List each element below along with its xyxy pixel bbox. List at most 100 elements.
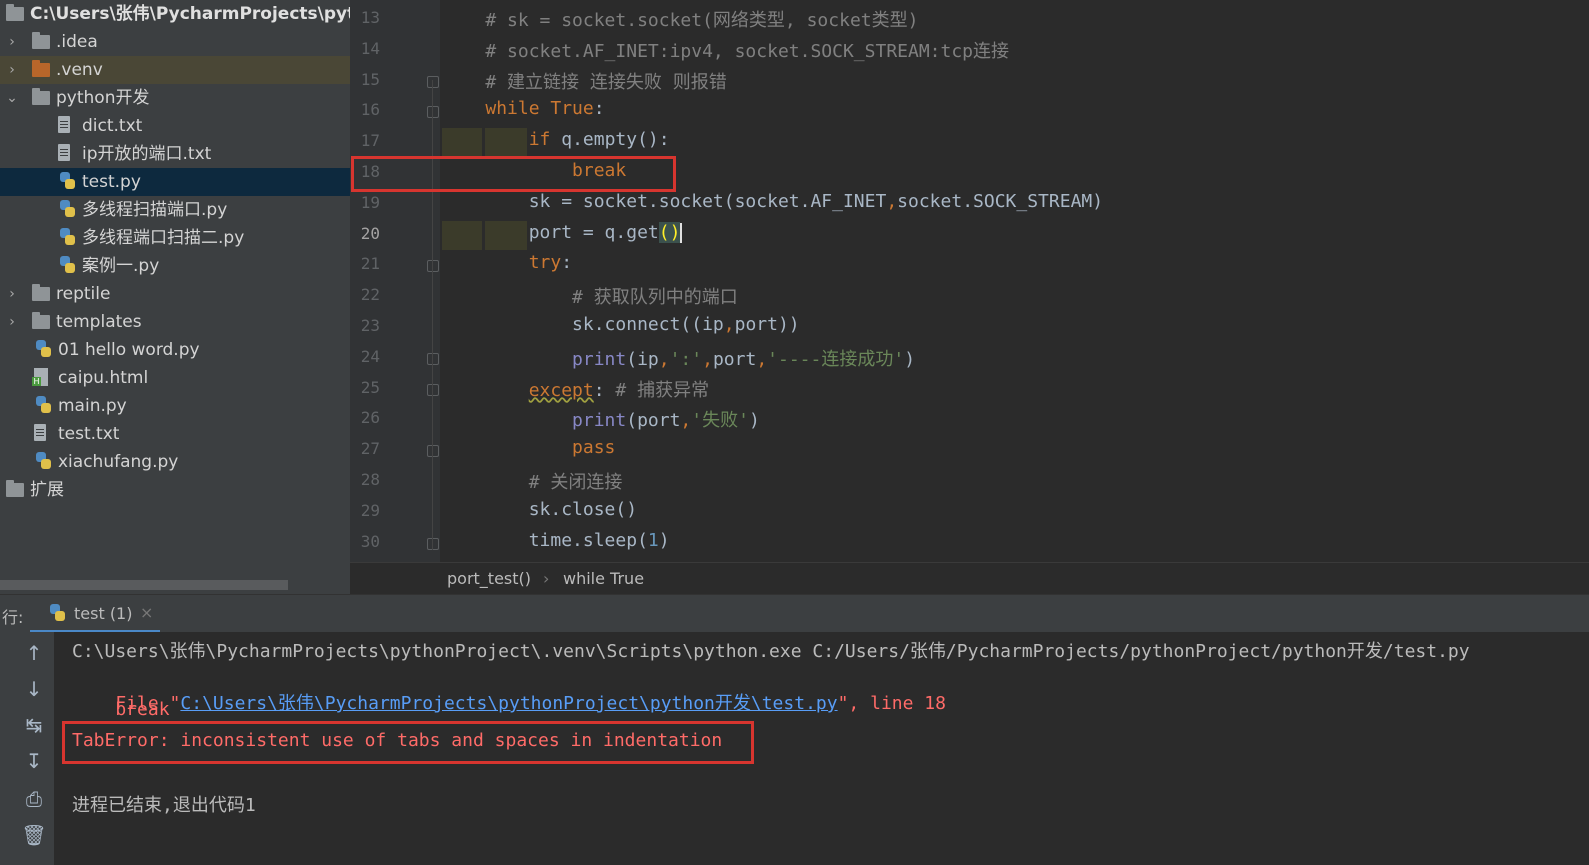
python-file-icon (58, 256, 76, 274)
code-line[interactable]: port = q.get() (442, 221, 683, 243)
tree-item[interactable]: 多线程端口扫描二.py (0, 224, 350, 252)
code-line[interactable]: # sk = socket.socket(网络类型, socket类型) (442, 6, 918, 32)
tree-item[interactable]: › reptile (0, 280, 350, 308)
file-link[interactable]: C:\Users\张伟\PycharmProjects\pythonProjec… (180, 693, 837, 714)
line-number: 14 (360, 38, 380, 58)
code-line[interactable]: while True: (442, 98, 604, 119)
line-number: 28 (360, 470, 380, 489)
python-file-icon (58, 200, 76, 218)
run-tool-window-header: 行: test (1) × (0, 594, 1589, 633)
breadcrumb-item-function[interactable]: port_test() (447, 563, 531, 595)
text-file-icon (58, 116, 70, 133)
code-line[interactable]: print(port,'失败') (442, 406, 760, 432)
folder-icon (32, 312, 50, 329)
print-icon[interactable]: ⎙ (14, 784, 54, 814)
code-line[interactable]: try: (442, 252, 572, 273)
scroll-to-end-icon[interactable]: ↧ (14, 746, 54, 776)
code-line[interactable]: # 获取队列中的端口 (442, 283, 738, 309)
run-toolbar: ↑ ↓ ↹ ↧ ⎙ 🗑 (0, 632, 54, 865)
tree-item[interactable]: 案例一.py (0, 252, 350, 280)
annotation-box-error (62, 721, 754, 764)
fold-marker-icon[interactable] (427, 445, 439, 458)
fold-marker-icon[interactable] (427, 383, 439, 396)
tree-item[interactable]: 扩展 (0, 476, 350, 504)
code-line[interactable]: sk.connect((ip,port)) (442, 314, 800, 335)
fold-marker-icon[interactable] (427, 352, 439, 365)
tree-item-label: reptile (56, 284, 111, 304)
tree-item-label: .venv (56, 60, 103, 80)
project-root-node[interactable]: C:\Users\张伟\PycharmProjects\pytho (0, 0, 350, 28)
close-icon[interactable]: × (140, 603, 153, 622)
fold-marker-icon[interactable] (427, 106, 439, 119)
tree-item[interactable]: 多线程扫描端口.py (0, 196, 350, 224)
code-line[interactable]: time.sleep(1) (442, 530, 670, 551)
line-number: 30 (360, 531, 380, 551)
fold-marker-icon[interactable] (427, 75, 439, 88)
breadcrumb-item-loop[interactable]: while True (563, 563, 644, 595)
code-line[interactable]: print(ip,':',port,'----连接成功') (442, 345, 915, 371)
console-exit-message: 进程已结束,退出代码1 (72, 795, 256, 816)
tree-item[interactable]: dict.txt (0, 112, 350, 140)
tree-item[interactable]: ⌄ python开发 (0, 84, 350, 112)
python-file-icon (34, 340, 52, 358)
tab-run-test[interactable]: test (1) × (30, 595, 160, 633)
tree-item-label: templates (56, 312, 142, 332)
tree-item-label: caipu.html (58, 368, 149, 388)
tree-item[interactable]: main.py (0, 392, 350, 420)
console-file-line: File "C:\Users\张伟\PycharmProjects\python… (72, 668, 946, 715)
python-file-icon (58, 228, 76, 246)
python-file-icon (58, 172, 76, 190)
chevron-right-icon[interactable]: › (5, 28, 19, 56)
line-number: 22 (360, 285, 380, 305)
code-line[interactable]: pass (442, 437, 615, 458)
fold-marker-icon[interactable] (427, 260, 439, 273)
line-number: 16 (360, 100, 380, 120)
tree-item[interactable]: › templates (0, 308, 350, 336)
tree-item[interactable]: Hcaipu.html (0, 364, 350, 392)
tree-item[interactable]: ip开放的端口.txt (0, 140, 350, 168)
soft-wrap-icon[interactable]: ↹ (14, 710, 54, 740)
code-line[interactable]: if q.empty(): (442, 129, 670, 150)
line-number: 20 (360, 223, 380, 243)
project-tree: C:\Users\张伟\PycharmProjects\pytho › .idea… (0, 0, 350, 594)
breadcrumb: port_test() › while True (350, 562, 1589, 595)
tree-item-label: ip开放的端口.txt (82, 144, 212, 164)
code-line[interactable]: # 建立链接 连接失败 则报错 (442, 68, 726, 94)
tree-item[interactable]: › .idea (0, 28, 350, 56)
trash-icon[interactable]: 🗑 (14, 820, 54, 850)
folder-icon (32, 32, 50, 49)
tree-item-label: test.py (82, 172, 141, 192)
line-number: 25 (360, 377, 380, 397)
folder-icon (32, 284, 50, 301)
tree-item-label: xiachufang.py (58, 452, 179, 472)
tree-item[interactable]: test.py (0, 168, 350, 196)
console-command-line: C:\Users\张伟\PycharmProjects\pythonProjec… (72, 641, 1470, 662)
folder-icon (32, 60, 50, 77)
tree-item[interactable]: test.txt (0, 420, 350, 448)
tree-item[interactable]: › .venv (0, 56, 350, 84)
folder-icon (32, 88, 50, 105)
line-number: 23 (360, 316, 380, 335)
chevron-down-icon[interactable]: ⌄ (5, 84, 19, 112)
code-line[interactable]: sk = socket.socket(socket.AF_INET,socket… (442, 191, 1103, 212)
console-error-source: break (72, 699, 170, 720)
up-arrow-icon[interactable]: ↑ (14, 638, 54, 668)
chevron-right-icon[interactable]: › (5, 280, 19, 308)
code-line[interactable]: # 关闭连接 (442, 468, 623, 494)
code-line[interactable]: # socket.AF_INET:ipv4, socket.SOCK_STREA… (442, 37, 1009, 63)
chevron-right-icon[interactable]: › (5, 308, 19, 336)
python-file-icon (34, 396, 52, 414)
chevron-right-icon[interactable]: › (5, 56, 19, 84)
tree-item-label: test.txt (58, 424, 120, 444)
fold-marker-icon[interactable] (427, 537, 439, 550)
line-number: 17 (360, 131, 380, 151)
line-number: 26 (360, 408, 380, 428)
down-arrow-icon[interactable]: ↓ (14, 674, 54, 704)
code-line[interactable]: sk.close() (442, 499, 637, 520)
tree-horizontal-scrollbar[interactable] (0, 580, 288, 590)
tree-item-label: 01 hello word.py (58, 340, 200, 360)
line-number: 21 (360, 254, 380, 274)
code-line[interactable]: except: # 捕获异常 (442, 376, 709, 402)
tree-item[interactable]: xiachufang.py (0, 448, 350, 476)
tree-item[interactable]: 01 hello word.py (0, 336, 350, 364)
